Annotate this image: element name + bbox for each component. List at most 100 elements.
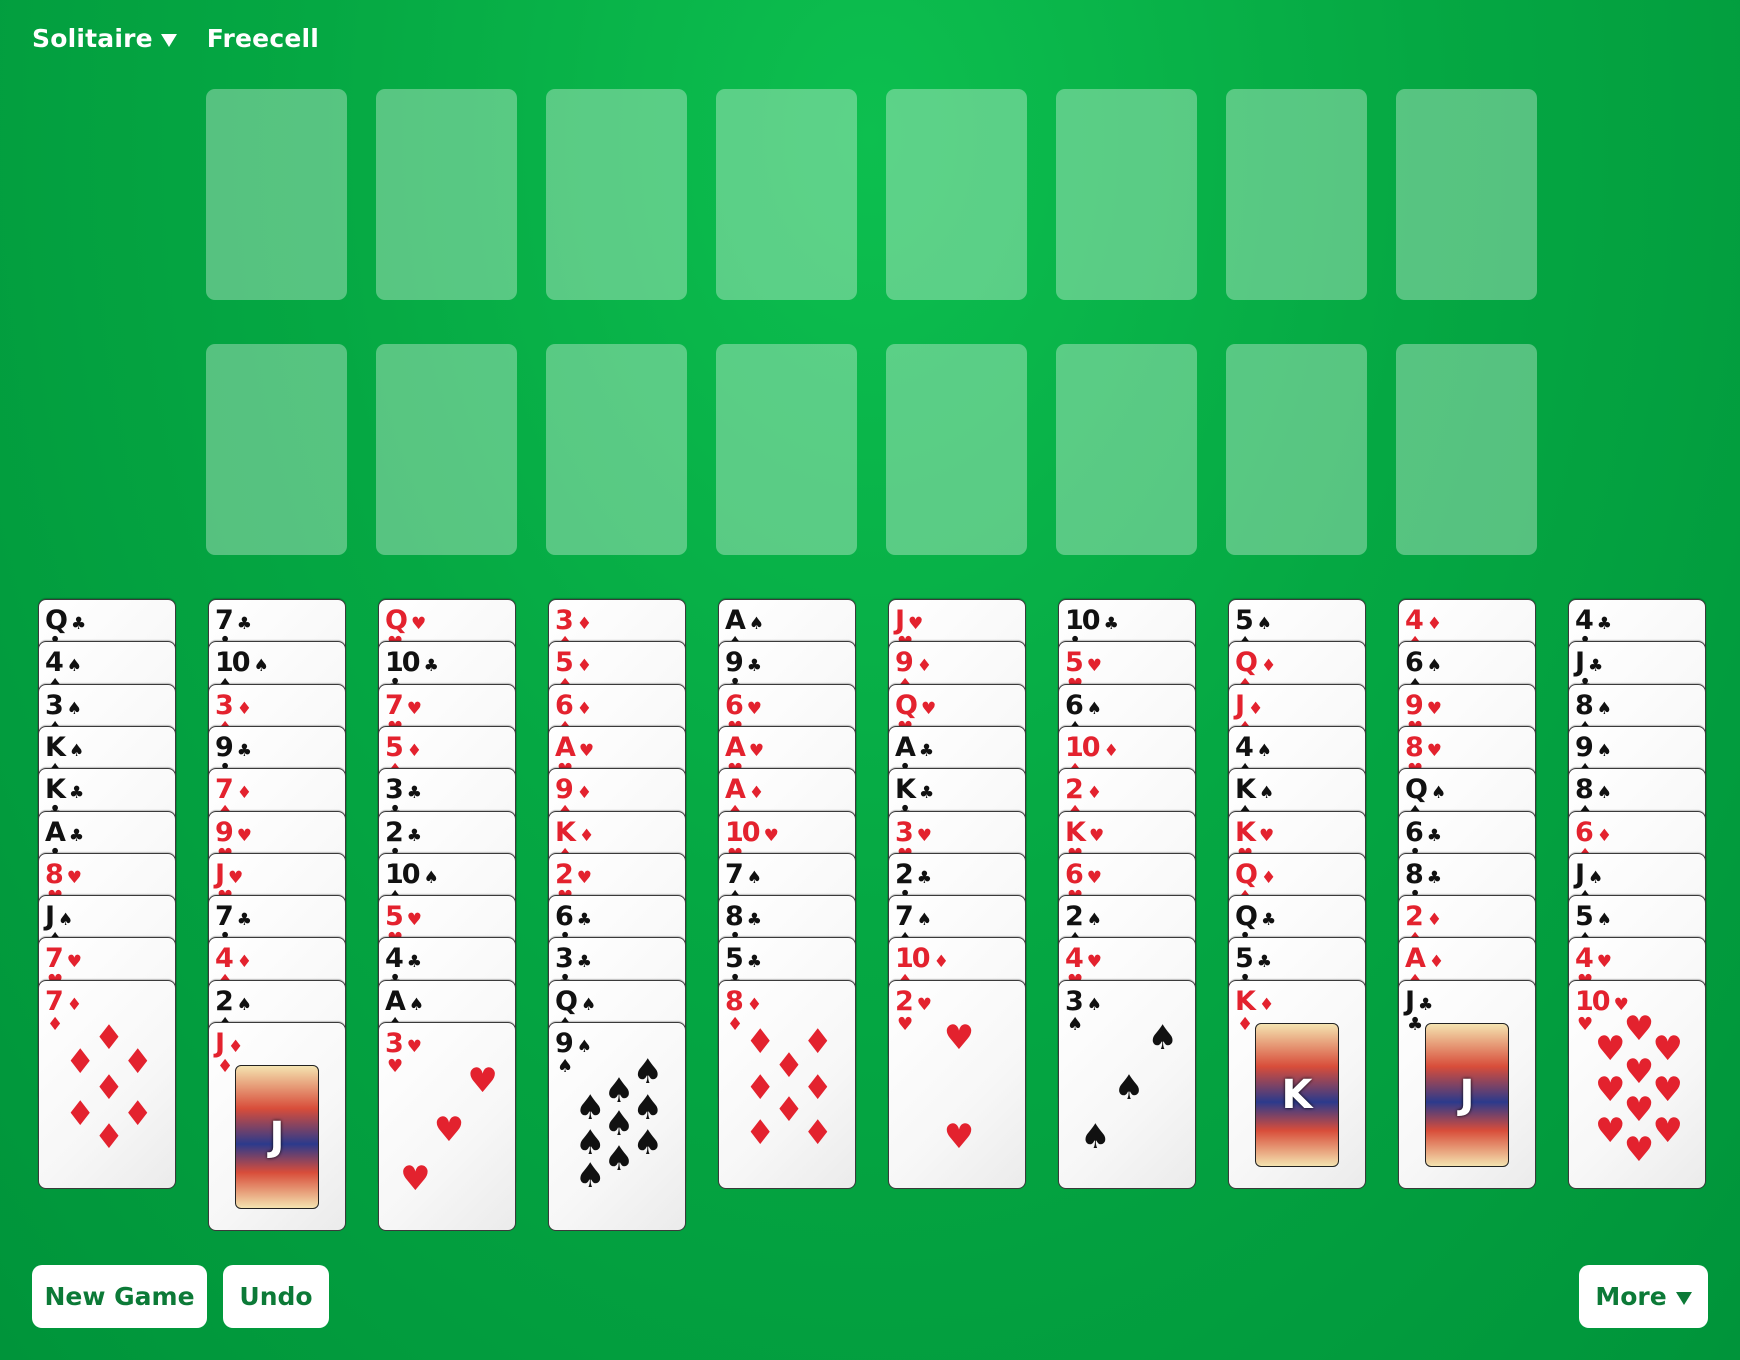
suit-icon: ♦ (576, 614, 593, 634)
foundations-slot[interactable] (546, 344, 687, 555)
free-cells-slot[interactable] (716, 89, 857, 300)
new-game-label: New Game (44, 1282, 195, 1311)
suit-icon: ♥ (410, 614, 427, 634)
suit-icon: ♥ (406, 910, 423, 931)
playing-card[interactable]: 8 ♦ ♦ ♦ ♦ ♦ ♦ ♦ ♦ ♦ ♦ (718, 979, 856, 1189)
suit-pip-icon: ♥ (1652, 1028, 1684, 1069)
suit-icon: ♥ (748, 740, 765, 761)
playing-card[interactable]: 3 ♥ ♥ ♥ ♥ ♥ (378, 1022, 516, 1231)
suit-icon: ♠ (576, 1037, 593, 1057)
suit-icon: ♠ (66, 656, 83, 677)
suit-icon: ♣ (1426, 867, 1443, 888)
suit-pip-icon: ♦ (802, 1113, 834, 1154)
free-cells-slot[interactable] (376, 89, 517, 300)
freecell-link[interactable]: Freecell (207, 24, 319, 53)
suit-icon: ♥ (916, 825, 933, 846)
suit-icon: ♦ (1103, 740, 1119, 761)
free-cells-slot[interactable] (886, 89, 1027, 300)
suit-pip-icon: ♠ (632, 1123, 664, 1163)
free-cells-slot[interactable] (1056, 89, 1197, 300)
suit-pip-icon: ♦ (93, 1018, 125, 1059)
caret-down-icon (1675, 1291, 1692, 1305)
suit-icon: ♠ (1426, 656, 1443, 677)
suit-pip-icon: ♦ (802, 1022, 834, 1063)
suit-icon: ♠ (1086, 698, 1103, 719)
foundations-slot[interactable] (206, 344, 347, 555)
undo-button[interactable]: Undo (223, 1265, 329, 1328)
suit-icon: ♣ (406, 952, 423, 973)
free-cells-slot[interactable] (206, 89, 347, 300)
suit-icon: ♠ (1086, 910, 1103, 931)
suit-icon: ♥ (746, 698, 763, 719)
card-pips: ♦ ♦ ♦ ♦ ♦ ♦ ♦ ♦ (741, 1023, 837, 1153)
suit-icon: ♣ (916, 867, 933, 888)
suit-pip-icon: ♦ (802, 1067, 834, 1108)
suit-icon: ♦ (217, 1056, 234, 1077)
free-cells-slot[interactable] (1396, 89, 1537, 300)
suit-icon: ♣ (68, 825, 85, 846)
card-pips: ♥ ♥ ♥ (400, 1064, 498, 1200)
suit-icon: ♥ (406, 698, 423, 719)
free-cells-slot[interactable] (1226, 89, 1367, 300)
suit-pip-icon: ♥ (400, 1159, 431, 1200)
suit-icon: ♦ (1428, 952, 1445, 973)
suit-icon: ♥ (1426, 740, 1443, 761)
suit-icon: ♠ (236, 994, 253, 1015)
foundations-slot[interactable] (376, 344, 517, 555)
card-pips: ♠ ♠ ♠ ♠ ♠ ♠ ♠ ♠ ♠ (571, 1055, 667, 1195)
suit-icon: ♠ (1596, 740, 1613, 761)
card-pips: ♠ ♠ ♠ (1080, 1018, 1178, 1154)
playing-card[interactable]: 9 ♠ ♠ ♠ ♠ ♠ ♠ ♠ ♠ ♠ ♠ ♠ (548, 1022, 686, 1231)
playing-card[interactable]: K ♦ ♦ K (1228, 979, 1366, 1189)
suit-icon: ♠ (423, 867, 439, 888)
foundations-slot[interactable] (1056, 344, 1197, 555)
suit-icon: ♦ (576, 656, 593, 677)
suit-icon: ♦ (576, 783, 593, 804)
suit-icon: ♠ (253, 656, 269, 677)
suit-icon: ♦ (406, 740, 423, 761)
caret-down-icon (160, 33, 177, 47)
suit-icon: ♥ (578, 740, 595, 761)
suit-icon: ♦ (236, 698, 253, 719)
suit-pip-icon: ♥ (1623, 1009, 1655, 1050)
playing-card[interactable]: 3 ♠ ♠ ♠ ♠ ♠ (1058, 979, 1196, 1189)
foundations-slot[interactable] (1226, 344, 1367, 555)
suit-icon: ♥ (236, 825, 253, 846)
suit-icon: ♦ (748, 783, 765, 804)
suit-icon: ♦ (1086, 783, 1103, 804)
playing-card[interactable]: 7 ♦ ♦ ♦ ♦ ♦ ♦ ♦ ♦ ♦ (38, 979, 176, 1189)
suit-icon: ♣ (236, 740, 253, 761)
suit-icon: ♦ (236, 783, 253, 804)
suit-icon: ♥ (576, 867, 593, 888)
new-game-button[interactable]: New Game (32, 1265, 207, 1328)
suit-pip-icon: ♥ (943, 1117, 975, 1158)
suit-pip-icon: ♠ (574, 1087, 606, 1128)
playing-card[interactable]: 10 ♥ ♥ ♥ ♥ ♥ ♥ ♥ ♥ ♥ ♥ ♥ ♥ (1568, 979, 1706, 1189)
foundations-slot[interactable] (1396, 344, 1537, 555)
card-pips: ♥ ♥ ♥ ♥ ♥ ♥ ♥ ♥ ♥ ♥ (1591, 1012, 1687, 1167)
suit-icon: ♣ (70, 614, 87, 634)
suit-icon: ♥ (1086, 952, 1103, 973)
suit-pip-icon: ♦ (122, 1041, 154, 1082)
suit-icon: ♦ (933, 952, 949, 973)
suit-icon: ♦ (746, 994, 763, 1015)
suit-icon: ♦ (1596, 825, 1613, 846)
foundations-slot[interactable] (716, 344, 857, 555)
suit-pip-icon: ♦ (744, 1022, 776, 1063)
playing-card[interactable]: 2 ♥ ♥ ♥ ♥ (888, 979, 1026, 1189)
solitaire-menu[interactable]: Solitaire (32, 24, 177, 53)
playing-card[interactable]: J ♣ ♣ J (1398, 979, 1536, 1189)
suit-icon: ♣ (1256, 952, 1273, 973)
suit-pip-icon: ♦ (773, 1089, 805, 1130)
foundations-slot[interactable] (886, 344, 1027, 555)
suit-pip-icon: ♠ (1147, 1018, 1178, 1059)
free-cells-slot[interactable] (546, 89, 687, 300)
suit-pip-icon: ♥ (943, 1018, 975, 1059)
more-button[interactable]: More (1579, 1265, 1708, 1328)
suit-icon: ♠ (1258, 783, 1275, 804)
suit-icon: ♣ (746, 910, 763, 931)
suit-pip-icon: ♥ (1623, 1052, 1655, 1093)
suit-pip-icon: ♠ (632, 1051, 664, 1092)
suit-icon: ♥ (1596, 952, 1613, 973)
playing-card[interactable]: J ♦ ♦ J (208, 1022, 346, 1231)
